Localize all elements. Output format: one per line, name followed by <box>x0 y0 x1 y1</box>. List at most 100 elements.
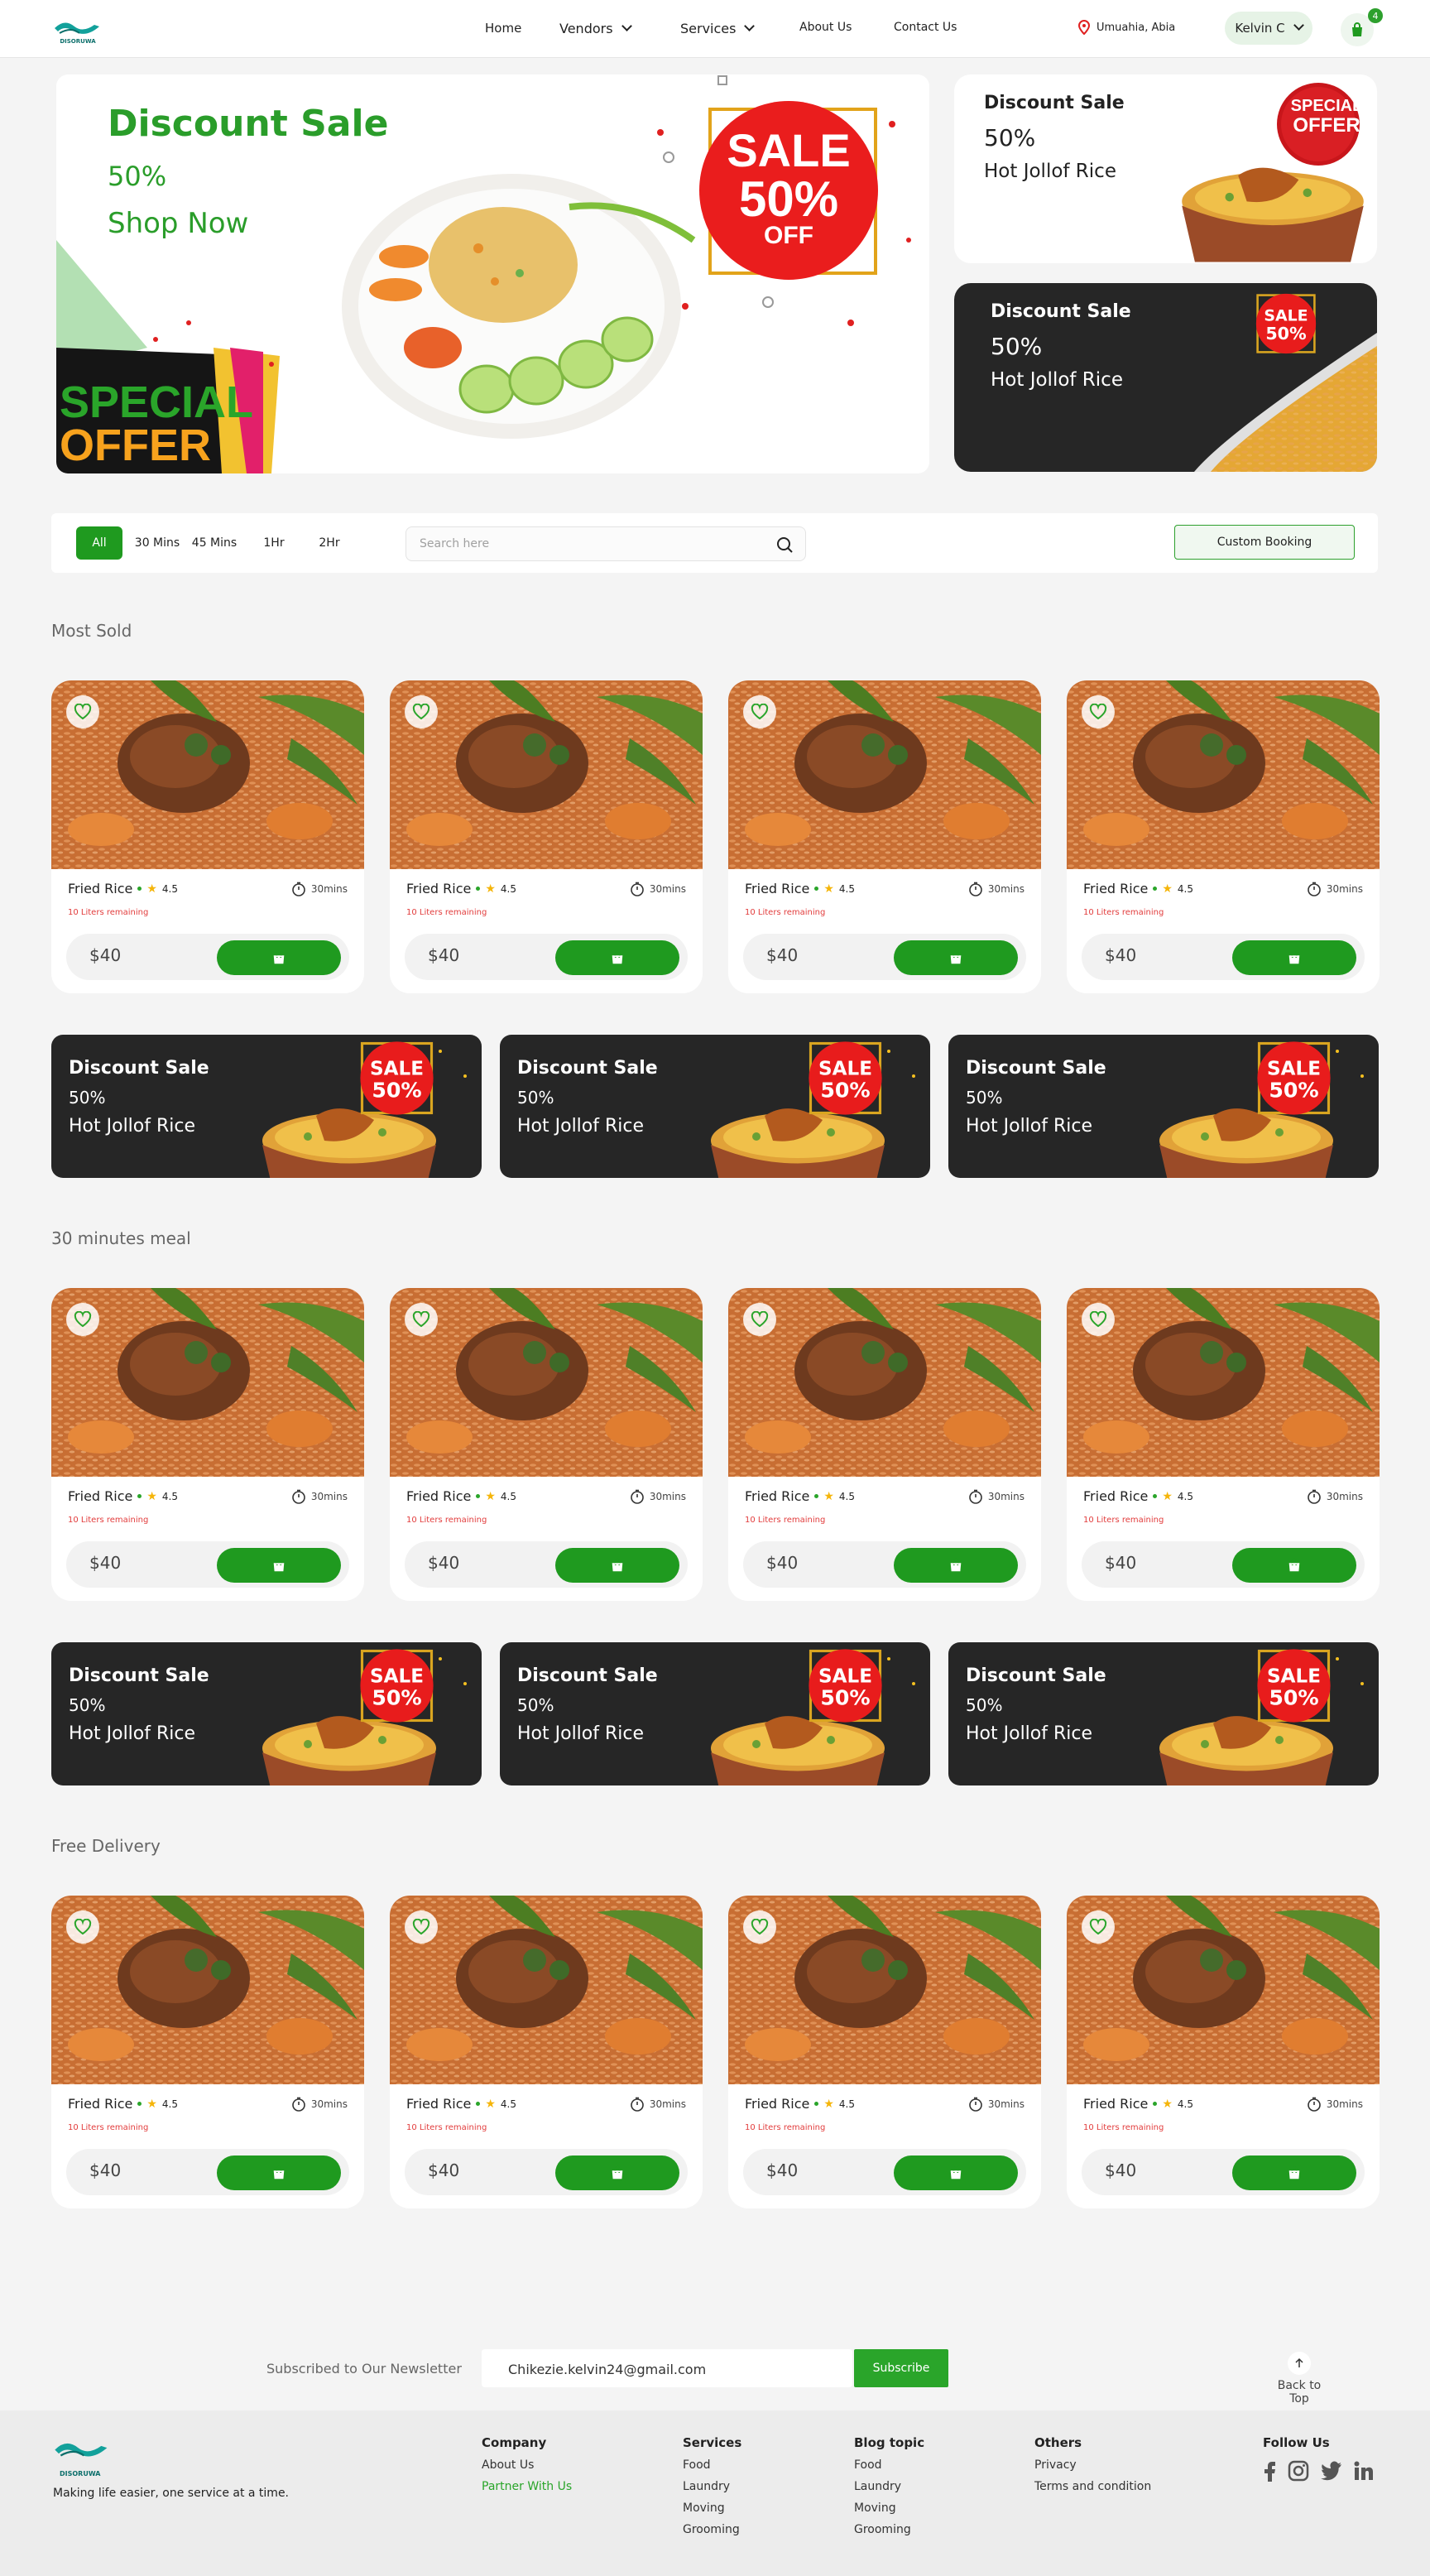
filter-chip-45-mins[interactable]: 45 Mins <box>189 526 240 560</box>
promo-banner[interactable]: Discount Sale 50% Hot Jollof Rice <box>948 1642 1379 1785</box>
nav-services[interactable]: Services <box>680 21 756 36</box>
promo-text: Hot Jollof Rice <box>69 1116 196 1137</box>
heart-icon <box>751 1311 769 1328</box>
footer-link-laundry[interactable]: Laundry <box>854 2480 924 2493</box>
favorite-button[interactable] <box>66 695 99 728</box>
product-card[interactable]: Fried Rice ★ 4.5 30mins 10 Liters remaining $… <box>728 680 1041 993</box>
user-menu[interactable]: Kelvin C <box>1225 12 1312 45</box>
favorite-button[interactable] <box>405 695 438 728</box>
product-card[interactable]: Fried Rice ★ 4.5 30mins 10 Liters remaining $… <box>728 1288 1041 1601</box>
product-name: Fried Rice <box>745 2096 810 2112</box>
nav-about-us[interactable]: About Us <box>799 21 852 34</box>
add-to-cart-button[interactable] <box>894 2155 1018 2190</box>
separator-dot <box>1153 887 1158 891</box>
back-to-top-button[interactable]: Back to Top <box>1266 2351 1332 2405</box>
promo-banner[interactable]: Discount Sale 50% Hot Jollof Rice <box>500 1035 930 1178</box>
heart-icon <box>1089 1919 1107 1935</box>
add-to-cart-button[interactable] <box>894 940 1018 975</box>
price-bar: $40 <box>1082 2149 1365 2195</box>
custom-booking-button[interactable]: Custom Booking <box>1174 525 1355 560</box>
product-card[interactable]: Fried Rice ★ 4.5 30mins 10 Liters remaining $… <box>390 1288 703 1601</box>
product-name-row: Fried Rice ★ 4.5 <box>745 1488 855 1504</box>
filter-chip-all[interactable]: All <box>76 526 122 560</box>
add-to-cart-button[interactable] <box>217 940 341 975</box>
brand-logo[interactable]: DISORUWA <box>53 17 103 45</box>
footer-link-partner[interactable]: Partner With Us <box>482 2480 572 2493</box>
promo-banner[interactable]: Discount Sale 50% Hot Jollof Rice <box>51 1642 482 1785</box>
cart-count-badge: 4 <box>1368 8 1383 23</box>
nav-vendors[interactable]: Vendors <box>559 21 632 36</box>
nav-home[interactable]: Home <box>485 21 521 36</box>
add-to-cart-button[interactable] <box>1232 940 1356 975</box>
favorite-button[interactable] <box>1082 1910 1115 1944</box>
promo-title: Discount Sale <box>69 1058 209 1079</box>
product-card[interactable]: Fried Rice ★ 4.5 30mins 10 Liters remaining $… <box>51 1896 364 2208</box>
footer-link-moving[interactable]: Moving <box>683 2502 741 2515</box>
footer-link-moving[interactable]: Moving <box>854 2502 924 2515</box>
filter-chip-1hr[interactable]: 1Hr <box>253 526 295 560</box>
footer-link-laundry[interactable]: Laundry <box>683 2480 741 2493</box>
product-rating: 4.5 <box>838 2098 856 2110</box>
footer-logo[interactable] <box>53 2435 111 2470</box>
promo-banner[interactable]: Discount Sale 50% Hot Jollof Rice <box>948 1035 1379 1178</box>
favorite-button[interactable] <box>743 1303 776 1336</box>
filter-chip-30-mins[interactable]: 30 Mins <box>132 526 182 560</box>
favorite-button[interactable] <box>743 695 776 728</box>
product-card[interactable]: Fried Rice ★ 4.5 30mins 10 Liters remaining $… <box>51 680 364 993</box>
product-card[interactable]: Fried Rice ★ 4.5 30mins 10 Liters remaining $… <box>51 1288 364 1601</box>
favorite-button[interactable] <box>66 1303 99 1336</box>
location-selector[interactable]: Umuahia, Abia <box>1078 20 1175 35</box>
add-to-cart-button[interactable] <box>555 2155 679 2190</box>
instagram-icon[interactable] <box>1288 2460 1309 2482</box>
twitter-icon[interactable] <box>1321 2461 1342 2481</box>
product-card[interactable]: Fried Rice ★ 4.5 30mins 10 Liters remaining $… <box>390 680 703 993</box>
promo-banner[interactable]: Discount Sale 50% Hot Jollof Rice <box>500 1642 930 1785</box>
add-to-cart-button[interactable] <box>555 1548 679 1583</box>
footer-link-grooming[interactable]: Grooming <box>854 2523 924 2536</box>
timer-icon <box>969 1489 982 1504</box>
shop-now-link[interactable]: Shop Now <box>108 207 248 240</box>
search-icon[interactable] <box>775 536 794 554</box>
product-card[interactable]: Fried Rice ★ 4.5 30mins 10 Liters remaining $… <box>1067 1896 1380 2208</box>
product-name: Fried Rice <box>68 881 133 896</box>
favorite-button[interactable] <box>405 1303 438 1336</box>
favorite-button[interactable] <box>1082 1303 1115 1336</box>
product-card[interactable]: Fried Rice ★ 4.5 30mins 10 Liters remaining $… <box>1067 680 1380 993</box>
favorite-button[interactable] <box>66 1910 99 1944</box>
product-card[interactable]: Fried Rice ★ 4.5 30mins 10 Liters remaining $… <box>728 1896 1041 2208</box>
product-card[interactable]: Fried Rice ★ 4.5 30mins 10 Liters remaining $… <box>1067 1288 1380 1601</box>
newsletter-email-input[interactable]: Chikezie.kelvin24@gmail.com <box>482 2349 852 2387</box>
add-to-cart-button[interactable] <box>217 2155 341 2190</box>
add-to-cart-button[interactable] <box>217 1548 341 1583</box>
nav-contact-us[interactable]: Contact Us <box>894 21 957 34</box>
promo-side-card-1[interactable]: SPECIAL OFFER Discount Sale 50% Hot Joll… <box>954 74 1377 263</box>
hero-banner[interactable]: Discount Sale 50% Shop Now SALE 50% OFF … <box>56 74 929 473</box>
footer-link-grooming[interactable]: Grooming <box>683 2523 741 2536</box>
promo-title: Discount Sale <box>517 1058 658 1079</box>
prep-time: 30mins <box>968 1489 1025 1504</box>
separator-dot <box>137 887 142 891</box>
favorite-button[interactable] <box>1082 695 1115 728</box>
footer-link-food[interactable]: Food <box>854 2458 924 2472</box>
product-card[interactable]: Fried Rice ★ 4.5 30mins 10 Liters remaining $… <box>390 1896 703 2208</box>
favorite-button[interactable] <box>743 1910 776 1944</box>
product-rating: 4.5 <box>500 882 517 895</box>
add-to-cart-button[interactable] <box>555 940 679 975</box>
filter-chip-2hr[interactable]: 2Hr <box>306 526 353 560</box>
separator-dot <box>1153 2102 1158 2106</box>
footer-link-about-us[interactable]: About Us <box>482 2458 572 2472</box>
heart-icon <box>412 1919 430 1935</box>
add-to-cart-button[interactable] <box>1232 1548 1356 1583</box>
promo-side-card-2[interactable]: Discount Sale 50% Hot Jollof Rice <box>954 283 1377 472</box>
footer-link-food[interactable]: Food <box>683 2458 741 2472</box>
footer-link-terms[interactable]: Terms and condition <box>1034 2480 1151 2493</box>
add-to-cart-button[interactable] <box>894 1548 1018 1583</box>
footer-link-privacy[interactable]: Privacy <box>1034 2458 1151 2472</box>
favorite-button[interactable] <box>405 1910 438 1944</box>
facebook-icon[interactable] <box>1263 2460 1276 2482</box>
promo-banner[interactable]: Discount Sale 50% Hot Jollof Rice <box>51 1035 482 1178</box>
add-to-cart-button[interactable] <box>1232 2155 1356 2190</box>
linkedin-icon[interactable] <box>1354 2461 1374 2481</box>
search-input[interactable]: Search here <box>405 526 806 561</box>
subscribe-button[interactable]: Subscribe <box>854 2349 948 2387</box>
